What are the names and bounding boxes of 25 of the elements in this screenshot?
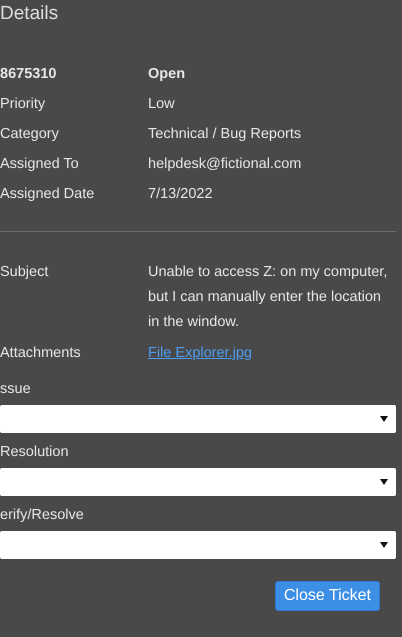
dropdown-label: erify/Resolve [0,506,85,524]
dropdown-field[interactable] [0,531,396,559]
caret-icon [380,416,388,422]
field-label: Category [0,125,60,144]
dropdown-field[interactable] [0,405,396,433]
field-label: Subject [0,263,50,282]
caret-icon [380,479,388,485]
field-value: Low [148,95,176,114]
field-label: Priority [0,95,46,114]
caret-icon [380,542,388,548]
field-value: helpdesk@fictional.com [148,155,302,174]
dropdown-label: Resolution [0,443,70,461]
ticket-number: 8675310 [0,65,58,84]
dropdown-label: ssue [0,380,32,398]
dropdown-field[interactable] [0,468,396,496]
field-label: Assigned Date [0,185,96,204]
field-value: 7/13/2022 [148,185,214,204]
subject-text: Unable to access Z: on my computer, but I can manually enter the location in the window. [148,263,388,332]
attachment-link[interactable]: File Explorer.jpg [148,345,252,361]
field-value: Technical / Bug Reports [148,125,302,144]
field-label: Assigned To [0,155,80,174]
panel-title: Details [0,2,60,26]
field-label: Attachments [0,344,82,363]
ticket-status: Open [148,65,186,84]
close-ticket-button[interactable]: Close Ticket [274,581,380,611]
